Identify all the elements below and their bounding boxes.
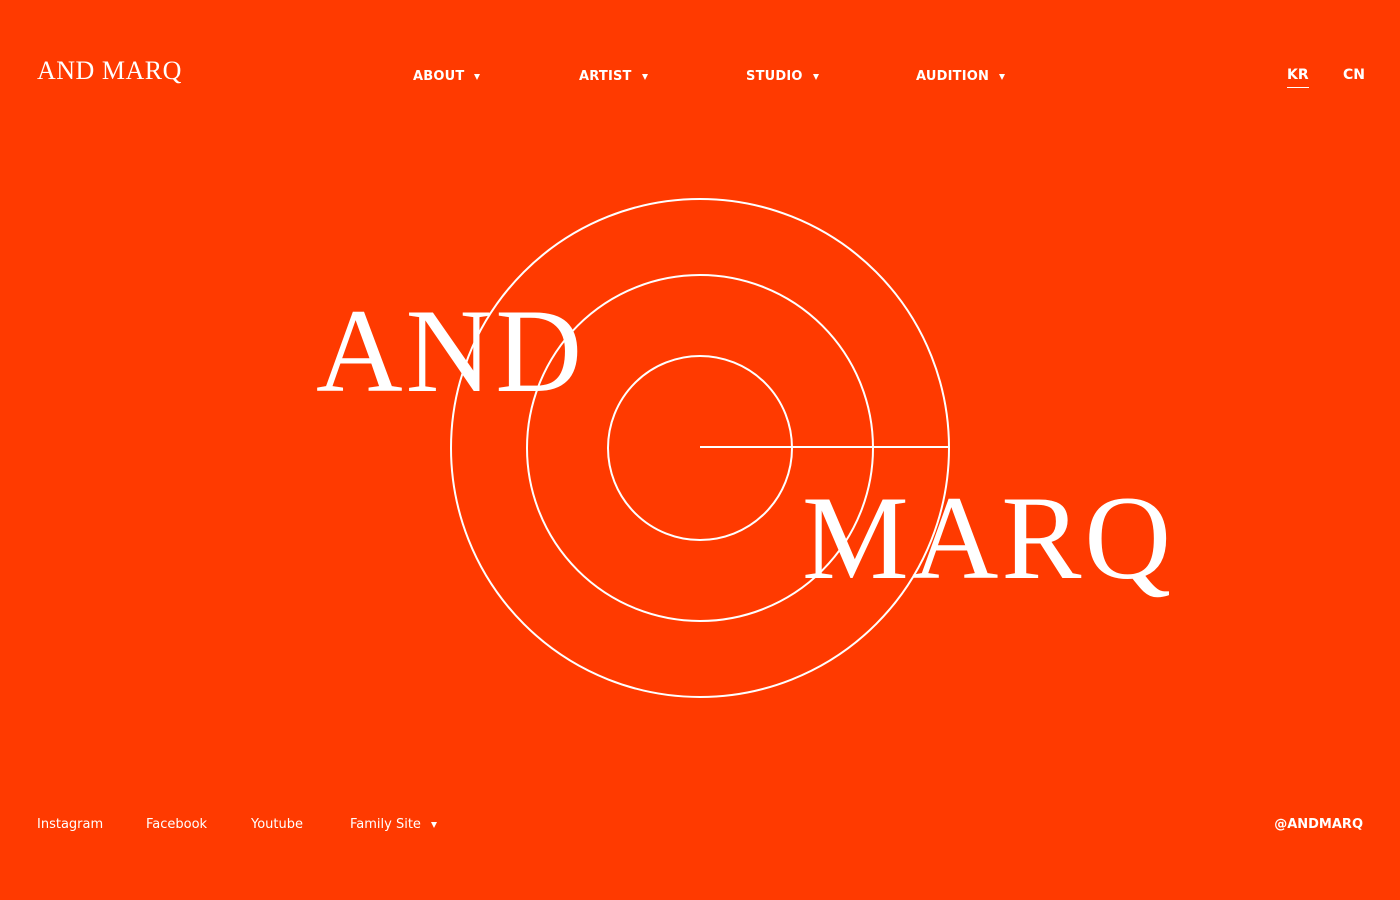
family-site-dropdown[interactable]: Family Site	[350, 818, 437, 831]
footer-link-instagram[interactable]: Instagram	[37, 818, 103, 831]
social-handle[interactable]: @ANDMARQ	[1274, 818, 1363, 831]
footer-link-label: Youtube	[251, 817, 303, 832]
footer-link-label: Family Site	[350, 817, 421, 832]
footer-link-youtube[interactable]: Youtube	[251, 818, 303, 831]
hero-word-and: AND	[316, 284, 585, 417]
footer-link-label: Instagram	[37, 817, 104, 832]
hero-rings-graphic	[450, 198, 950, 698]
caret-down-icon	[430, 821, 437, 828]
footer-link-label: Facebook	[146, 817, 208, 832]
footer-link-facebook[interactable]: Facebook	[146, 818, 207, 831]
hero-word-marq: MARQ	[802, 471, 1175, 604]
